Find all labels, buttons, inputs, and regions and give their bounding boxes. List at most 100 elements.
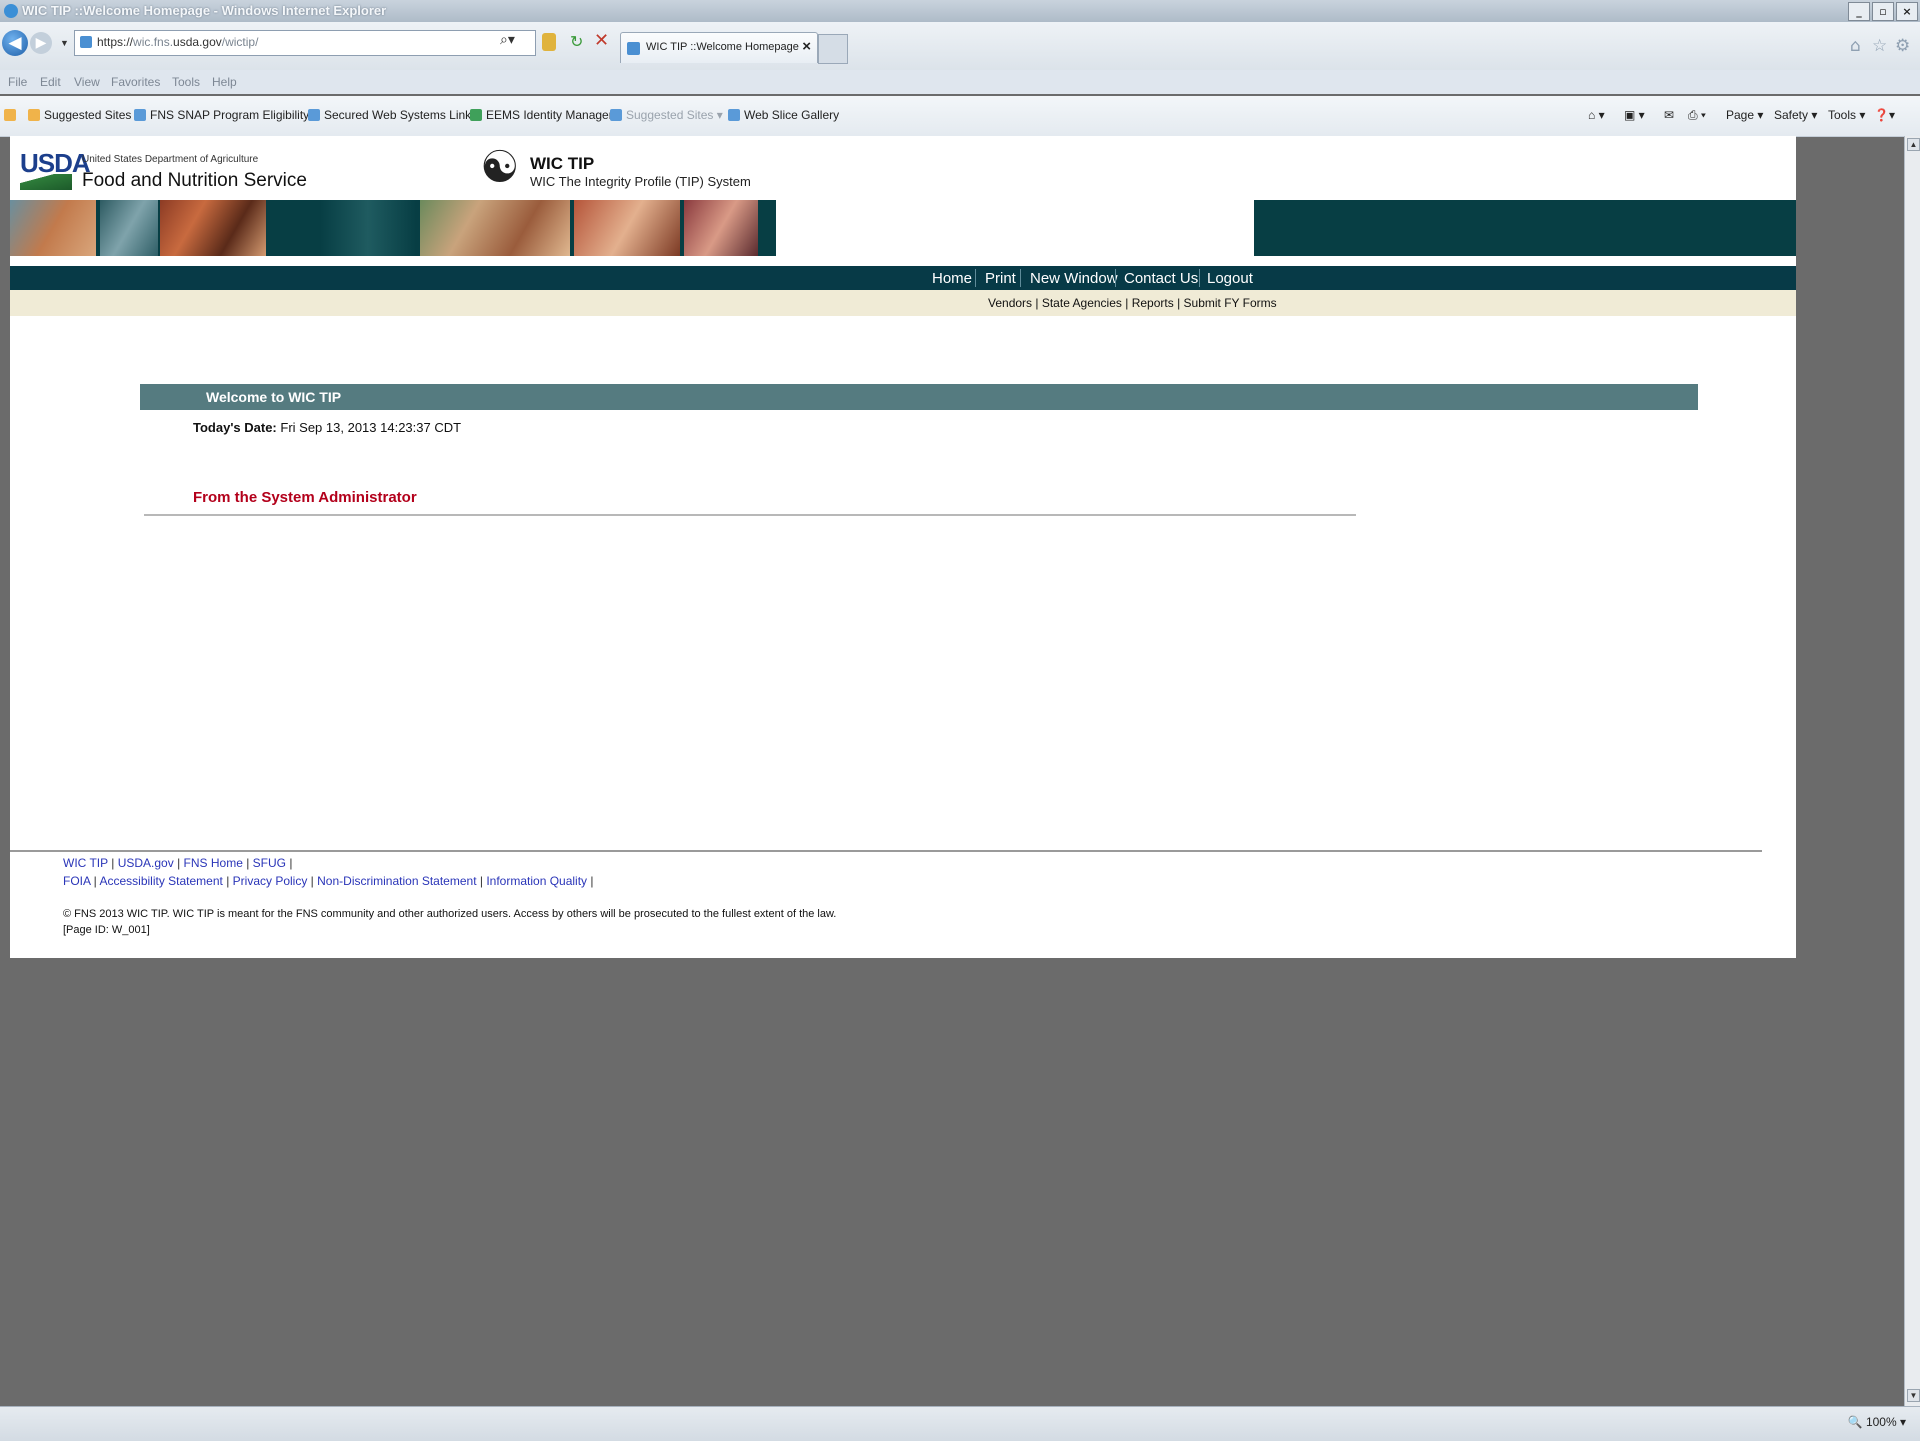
safety-menu[interactable]: Safety ▾ (1774, 108, 1817, 122)
nav-contact-us[interactable]: Contact Us (1124, 270, 1198, 287)
menu-favorites[interactable]: Favorites (111, 75, 160, 89)
menu-view[interactable]: View (74, 75, 100, 89)
ie-icon (4, 4, 18, 18)
window-titlebar: WIC TIP ::Welcome Homepage - Windows Int… (0, 0, 1920, 22)
welcome-header-bar: Welcome to WIC TIP (140, 384, 1698, 410)
welcome-title: Welcome to WIC TIP (206, 389, 342, 405)
status-bar: 🔍 100% ▾ (0, 1406, 1920, 1441)
menu-tools[interactable]: Tools (172, 75, 200, 89)
fav-secured-web-systems[interactable]: Secured Web Systems Links (308, 108, 477, 122)
usda-swoosh-logo (20, 174, 72, 190)
menu-help[interactable]: Help (212, 75, 237, 89)
footer-link-accessibility[interactable]: Accessibility Statement (99, 874, 222, 888)
web-page: USDA United States Department of Agricul… (10, 136, 1796, 958)
history-dropdown-icon[interactable]: ▼ (60, 38, 69, 48)
tab-close-icon[interactable]: × (802, 38, 811, 55)
favorites-bar: Suggested Sites FNS SNAP Program Eligibi… (0, 96, 1920, 137)
app-title: WIC TIP (530, 154, 595, 173)
fav-eems-identity-manager[interactable]: EEMS Identity Manager (470, 108, 613, 122)
banner-photo (100, 200, 158, 256)
page-icon (610, 109, 622, 121)
subnav-state-agencies[interactable]: State Agencies (1042, 296, 1122, 310)
feeds-icon[interactable]: ▣ ▾ (1624, 108, 1645, 122)
scroll-up-arrow-icon[interactable]: ▲ (1907, 138, 1920, 151)
menu-bar: File Edit View Favorites Tools Help (0, 70, 1920, 94)
footer-link-foia[interactable]: FOIA (63, 874, 90, 888)
page-icon (308, 109, 320, 121)
sub-nav: Vendors | State Agencies | Reports | Sub… (988, 296, 1277, 310)
banner-photo (684, 200, 758, 256)
minimize-button[interactable]: _ (1848, 2, 1870, 21)
wic-tip-logo-icon: ☯ (480, 142, 520, 193)
subnav-reports[interactable]: Reports (1132, 296, 1174, 310)
nav-home[interactable]: Home (932, 270, 972, 287)
fav-suggested-sites[interactable]: Suggested Sites (28, 108, 131, 122)
close-button[interactable]: × (1896, 2, 1918, 21)
footer-links-secondary: FOIA | Accessibility Statement | Privacy… (63, 874, 594, 888)
home-icon[interactable]: ⌂ ▾ (1588, 108, 1605, 122)
vertical-scrollbar[interactable]: ▲ ▼ (1904, 136, 1920, 1406)
top-nav: Home Print New Window Contact Us Logout (10, 266, 1796, 290)
banner-photo (420, 200, 570, 256)
fav-suggested-sites-dropdown[interactable]: Suggested Sites ▾ (610, 108, 723, 122)
footer-link-fns-home[interactable]: FNS Home (184, 856, 243, 870)
footer-link-wic-tip[interactable]: WIC TIP (63, 856, 108, 870)
date-label: Today's Date: (193, 420, 277, 435)
settings-gear-icon[interactable]: ⚙ (1895, 36, 1910, 56)
fav-fns-snap[interactable]: FNS SNAP Program Eligibility... (134, 108, 318, 122)
tab-welcome-homepage[interactable]: WIC TIP ::Welcome Homepage × (620, 32, 818, 63)
banner-photo (160, 200, 266, 256)
footer-link-privacy[interactable]: Privacy Policy (233, 874, 308, 888)
app-subtitle: WIC The Integrity Profile (TIP) System (530, 174, 751, 189)
menu-edit[interactable]: Edit (40, 75, 61, 89)
scroll-down-arrow-icon[interactable]: ▼ (1907, 1389, 1920, 1402)
nav-new-window[interactable]: New Window (1030, 270, 1118, 287)
home-icon[interactable]: ⌂ (1850, 36, 1861, 56)
lock-icon[interactable] (542, 33, 556, 51)
browser-navbar: ◀ ▶ ▼ https://wic.fns.usda.gov/wictip/ ⌕… (0, 22, 1920, 70)
favorites-star-icon[interactable] (4, 108, 20, 122)
tools-menu[interactable]: Tools ▾ (1828, 108, 1865, 122)
stop-icon[interactable]: ✕ (594, 30, 609, 51)
date-value: Fri Sep 13, 2013 14:23:37 CDT (280, 420, 462, 435)
address-url: https://wic.fns.usda.gov/wictip/ (97, 35, 259, 49)
forward-arrow-icon[interactable]: ▶ (30, 32, 52, 54)
divider (144, 514, 1356, 516)
footer-link-non-discrimination[interactable]: Non-Discrimination Statement (317, 874, 476, 888)
tab-label: WIC TIP ::Welcome Homepage (646, 41, 799, 53)
subnav-vendors[interactable]: Vendors (988, 296, 1032, 310)
new-tab-button[interactable] (818, 34, 848, 64)
footer-links-primary: WIC TIP | USDA.gov | FNS Home | SFUG | (63, 856, 293, 870)
menu-file[interactable]: File (8, 75, 27, 89)
page-icon (627, 42, 640, 55)
favorites-star-icon[interactable]: ☆ (1872, 36, 1887, 56)
footer-link-sfug[interactable]: SFUG (253, 856, 286, 870)
admin-message-heading: From the System Administrator (193, 489, 417, 506)
footer-link-information-quality[interactable]: Information Quality (486, 874, 587, 888)
agency-subtitle: United States Department of Agriculture (82, 154, 259, 165)
page-icon (134, 109, 146, 121)
subnav-submit-fy-forms[interactable]: Submit FY Forms (1184, 296, 1277, 310)
print-icon[interactable]: ⎙ ▾ (1688, 108, 1706, 123)
refresh-icon[interactable]: ↻ (570, 32, 583, 51)
page-menu[interactable]: Page ▾ (1726, 108, 1763, 122)
banner-photo (320, 200, 416, 256)
nav-print[interactable]: Print (985, 270, 1016, 287)
help-icon[interactable]: ❓▾ (1874, 108, 1895, 122)
window-title: WIC TIP ::Welcome Homepage - Windows Int… (22, 3, 387, 18)
nav-logout[interactable]: Logout (1207, 270, 1253, 287)
maximize-button[interactable]: ▫ (1872, 2, 1894, 21)
mail-icon[interactable]: ✉ (1664, 108, 1674, 122)
page-icon (80, 36, 92, 48)
footer-link-usda-gov[interactable]: USDA.gov (118, 856, 174, 870)
suggested-sites-icon (28, 109, 40, 121)
copyright-notice: © FNS 2013 WIC TIP. WIC TIP is meant for… (63, 908, 837, 920)
banner-photo (574, 200, 680, 256)
search-icon[interactable]: ⌕▾ (500, 32, 515, 48)
fav-web-slice-gallery[interactable]: Web Slice Gallery (728, 108, 839, 122)
page-icon (728, 109, 740, 121)
page-id: [Page ID: W_001] (63, 924, 150, 936)
zoom-level[interactable]: 🔍 100% ▾ (1848, 1415, 1906, 1429)
address-bar[interactable]: https://wic.fns.usda.gov/wictip/ (74, 30, 536, 56)
back-arrow-icon[interactable]: ◀ (2, 30, 28, 56)
